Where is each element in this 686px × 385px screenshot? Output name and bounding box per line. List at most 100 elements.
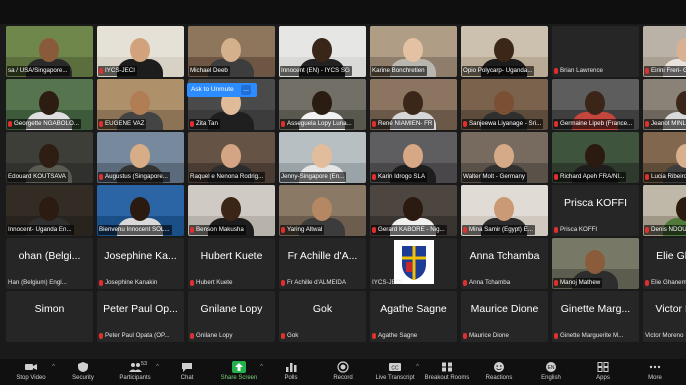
participant-tile[interactable]: Bienvenu Innocent SOL... (97, 185, 184, 236)
participant-tile[interactable]: EUGENE VAZ (97, 79, 184, 130)
participant-tile[interactable]: Jenny-Singapore (En... (279, 132, 366, 183)
svg-text:EN: EN (548, 365, 555, 371)
participant-name-text: Denis NDOUR FR... (651, 226, 686, 233)
participant-name-text: Asseguela Lopy Luna... (287, 120, 352, 127)
participant-tile[interactable]: Brian Lawrence (552, 26, 639, 77)
video-camera-icon (24, 361, 38, 373)
participant-tile[interactable]: Germaine Lipeb (France... (552, 79, 639, 130)
chevron-up-icon[interactable]: ^ (156, 364, 159, 370)
muted-mic-icon (190, 121, 194, 127)
participant-tile[interactable]: IYCS-JECI (370, 238, 457, 289)
participant-tile[interactable]: Gnilane Lopy Gnilane Lopy (188, 291, 275, 342)
participant-more-button[interactable]: ... (241, 85, 251, 95)
participant-tile[interactable]: Opio Polycarp- Uganda... (461, 26, 548, 77)
participant-name-label: Richard Apeh FRA/NI... (553, 172, 627, 182)
participant-tile[interactable]: Sanjeewa Liyanage - Sri... (461, 79, 548, 130)
participant-tile[interactable]: Elie Ghane... Elie Ghanem (643, 238, 686, 289)
participant-tile[interactable]: Maurice Dione Maurice Dione (461, 291, 548, 342)
participant-tile[interactable]: Asseguela Lopy Luna... (279, 79, 366, 130)
muted-mic-icon (190, 333, 194, 339)
participant-tile[interactable]: Josephine Ka... Josephine Kanakin (97, 238, 184, 289)
english-button[interactable]: EN English (525, 361, 577, 381)
participant-tile[interactable]: Fr Achille d'A... Fr Achille d'ALMEIDA (279, 238, 366, 289)
participant-display-name: Elie Ghane... (656, 250, 686, 262)
participant-tile[interactable]: Anna Tchamba Anna Tchamba (461, 238, 548, 289)
participant-tile[interactable]: Mina Samir (Egypt) E... (461, 185, 548, 236)
participant-name-text: Victor Moreno (645, 332, 684, 339)
participant-tile[interactable]: René NIAMIEN- FR (370, 79, 457, 130)
record-label: Record (333, 375, 353, 381)
participant-name-label: Karin Idrogo SLA (371, 172, 428, 182)
participant-tile[interactable]: Hubert Kuete Hubert Kuete (188, 238, 275, 289)
emoji-icon (492, 361, 506, 373)
participant-name-text: IYCS-JECI (372, 279, 402, 286)
person-face (221, 144, 241, 168)
participant-tile[interactable]: Peter Paul Op... Peter Paul Opata (OP... (97, 291, 184, 342)
participant-name-text: Benson Makusha (196, 226, 244, 233)
participant-tile[interactable]: ohan (Belgi... Han (Belgium) Engl... (6, 238, 93, 289)
muted-mic-icon (645, 68, 649, 74)
participant-tile[interactable]: Augustus (Singapore... (97, 132, 184, 183)
participant-name-label: IYCS-JECI (98, 66, 137, 76)
participant-name-label: Ginette Marguerite M... (553, 331, 625, 341)
video-label: Stop Video (16, 375, 46, 381)
participant-tile[interactable]: Richard Apeh FRA/NI... (552, 132, 639, 183)
participant-tile[interactable]: Michael Deeb (188, 26, 275, 77)
chevron-up-icon[interactable]: ^ (52, 364, 55, 370)
security-label: Security (72, 375, 94, 381)
participant-tile[interactable]: Edouard KOUTSAVA (6, 132, 93, 183)
participant-tile[interactable]: Karine Bonchretien (370, 26, 457, 77)
record-button[interactable]: Record (317, 361, 369, 381)
participant-tile[interactable]: Gerard KABORE - Nig... (370, 185, 457, 236)
participant-tile[interactable]: Innocent- Uganda En... (6, 185, 93, 236)
participant-tile[interactable]: Denis NDOUR FR... (643, 185, 686, 236)
breakout-button[interactable]: Breakout Rooms (421, 361, 473, 381)
participant-tile[interactable]: Lucia Ribeiro de... (643, 132, 686, 183)
apps-button[interactable]: Apps (577, 361, 629, 381)
participant-tile[interactable]: Manoj Mathew (552, 238, 639, 289)
security-button[interactable]: Security (57, 361, 109, 381)
participant-name-text: Eirini Freri- Greece (651, 67, 686, 74)
participant-tile[interactable]: Raquel e Nenona Rodrig... (188, 132, 275, 183)
chat-button[interactable]: Chat (161, 361, 213, 381)
participant-name-label: Gnilane Lopy (189, 331, 234, 341)
video-button[interactable]: ^ Stop Video (5, 361, 57, 381)
participant-tile[interactable]: Prisca KOFFI Prisca KOFFI (552, 185, 639, 236)
participant-tile[interactable]: Yaring Altwal (279, 185, 366, 236)
share-button[interactable]: ^ Share Screen (213, 361, 265, 381)
person-face (585, 250, 605, 274)
participant-name-label: Edouard KOUTSAVA (7, 172, 68, 182)
participant-tile[interactable]: Jeanot MINLA M... (643, 79, 686, 130)
participant-tile[interactable]: Victor More... Victor Moreno (643, 291, 686, 342)
chevron-up-icon[interactable]: ^ (416, 364, 419, 370)
participant-tile[interactable]: Gok Gok (279, 291, 366, 342)
more-button[interactable]: More (629, 361, 681, 381)
participant-tile[interactable]: Eirini Freri- Greece (643, 26, 686, 77)
chat-label: Chat (180, 375, 194, 381)
participant-tile[interactable]: Innocent (EN) - IYCS SG (279, 26, 366, 77)
participant-name-label: Raquel e Nenona Rodrig... (189, 172, 266, 182)
muted-mic-icon (463, 333, 467, 339)
participant-tile[interactable]: sa / USA/Singapore... (6, 26, 93, 77)
muted-mic-icon (554, 227, 558, 233)
participant-tile[interactable]: Georgette NGABOLO... (6, 79, 93, 130)
muted-mic-icon (99, 174, 103, 180)
participant-tile[interactable]: Karin Idrogo SLA (370, 132, 457, 183)
participant-tile[interactable]: Benson Makusha (188, 185, 275, 236)
participants-button[interactable]: 53 ^ Participants (109, 361, 161, 381)
participant-name-text: Sanjeewa Liyanage - Sri... (469, 120, 542, 127)
participant-name-text: Karine Bonchretien (372, 67, 425, 74)
participant-name-label: Yaring Altwal (280, 225, 325, 235)
transcript-button[interactable]: CC ^ Live Transcript (369, 361, 421, 381)
participant-tile[interactable]: Agathe Sagne Agathe Sagne (370, 291, 457, 342)
participant-name-text: Zita Tan (196, 120, 218, 127)
participant-tile[interactable]: Ginette Marg... Ginette Marguerite M... (552, 291, 639, 342)
participant-tile[interactable]: Simon (6, 291, 93, 342)
participant-tile[interactable]: Walter Molt - Germany (461, 132, 548, 183)
reactions-button[interactable]: Reactions (473, 361, 525, 381)
polls-button[interactable]: Polls (265, 361, 317, 381)
participant-name-text: Augustus (Singapore... (105, 173, 168, 180)
participant-tile[interactable]: IYCS-JECI (97, 26, 184, 77)
chevron-up-icon[interactable]: ^ (260, 364, 263, 370)
participant-name-text: Opio Polycarp- Uganda... (463, 67, 533, 74)
